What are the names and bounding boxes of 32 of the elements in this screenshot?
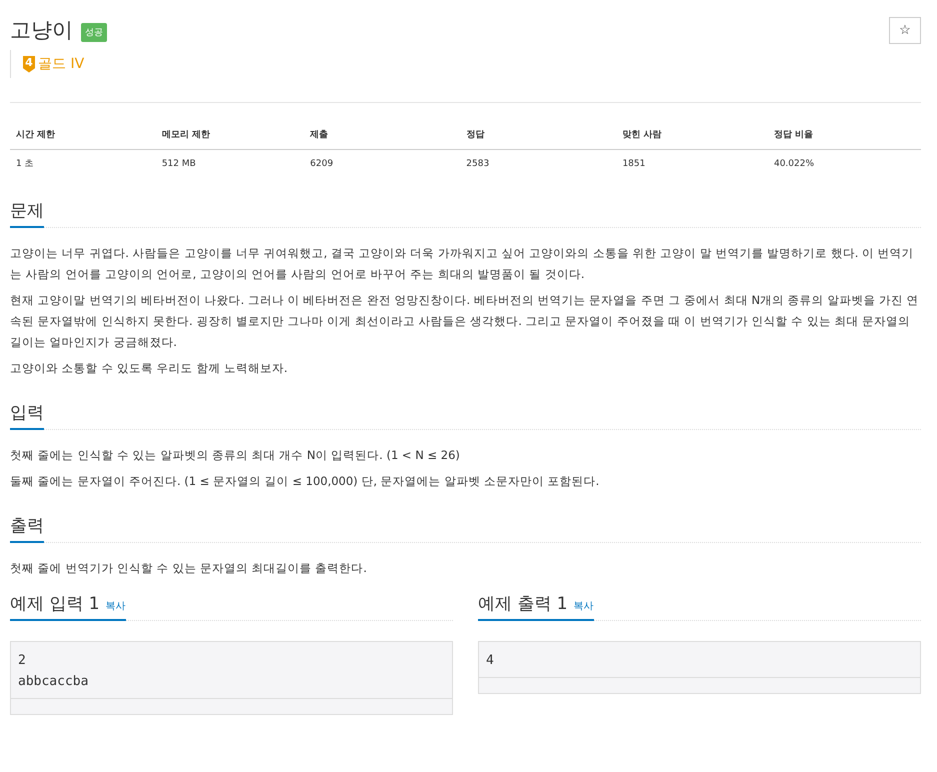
table-cell: 6209: [304, 150, 460, 177]
column-header: 메모리 제한: [156, 122, 304, 150]
table-cell: 512 MB: [156, 150, 304, 177]
copy-link[interactable]: 복사: [574, 599, 594, 613]
column-header: 정답: [460, 122, 616, 150]
paragraph: 현재 고양이말 번역기의 베타버전이 나왔다. 그러나 이 베타버전은 완전 엉망진창이다. 베타버전의 번역기는 문자열을 주면 그 중에서 최대 N개의 종류의 알파벳을 가진 연속된 문자열밖에 인식하지 못한다. 굉장히 별로지만 그나마 이게 최선이라고 사람들은 생각했다. 그리고 문자열이 주어졌을 때 이 번역기가 인식할 수 있는 최대 문자열의 길이는 얼마인지가 궁금해졌다.: [10, 292, 920, 351]
paragraph: 고양이와 소통할 수 있도록 우리도 함께 노력해보자.: [10, 360, 289, 377]
sample-heading: 예제 출력 1: [478, 593, 568, 615]
table-cell: 40.022%: [768, 150, 921, 177]
paragraph: 첫째 줄에 번역기가 인식할 수 있는 문자열의 최대길이를 출력한다.: [10, 560, 368, 577]
sample-heading: 예제 입력 1: [10, 593, 100, 615]
table-cell: 1851: [616, 150, 768, 177]
result-badge: 성공: [81, 22, 107, 42]
paragraph: 고양이는 너무 귀엽다. 사람들은 고양이를 너무 귀여워했고, 결국 고양이와 더욱 가까워지고 싶어 고양이와의 소통을 위한 고양이 말 번역기를 발명하기로 했다. 이 번역기는 사람의 언어를 고양이의 언어로, 고양이의 언어를 사람의 언어로 바꾸어 주는 희대의 발명품이 될 것이다.: [10, 245, 915, 283]
column-header: 시간 제한: [10, 122, 156, 150]
table-cell: 2583: [460, 150, 616, 177]
table-cell: 1 초: [10, 150, 156, 177]
column-header: 맞힌 사람: [616, 122, 768, 150]
section-heading: 입력: [10, 401, 44, 430]
code-line: 4: [486, 652, 495, 670]
tier-badge: 4: [23, 56, 35, 72]
paragraph: 둘째 줄에는 문자열이 주어진다. (1 ≤ 문자열의 길이 ≤ 100,000) 단, 문자열에는 알파벳 소문자만이 포함된다.: [10, 473, 600, 490]
problem-title: 고냥이: [10, 17, 73, 44]
column-header: 정답 비율: [768, 122, 921, 150]
column-header: 제출: [304, 122, 460, 150]
copy-link[interactable]: 복사: [106, 599, 126, 613]
star-button[interactable]: ☆: [889, 16, 921, 44]
code-line: abbcaccba: [18, 673, 90, 691]
paragraph: 첫째 줄에는 인식할 수 있는 알파벳의 종류의 최대 개수 N이 입력된다. (1 < N ≤ 26): [10, 447, 461, 464]
code-line: 2: [18, 652, 27, 670]
section-heading: 출력: [10, 514, 44, 543]
section-heading: 문제: [10, 199, 44, 228]
